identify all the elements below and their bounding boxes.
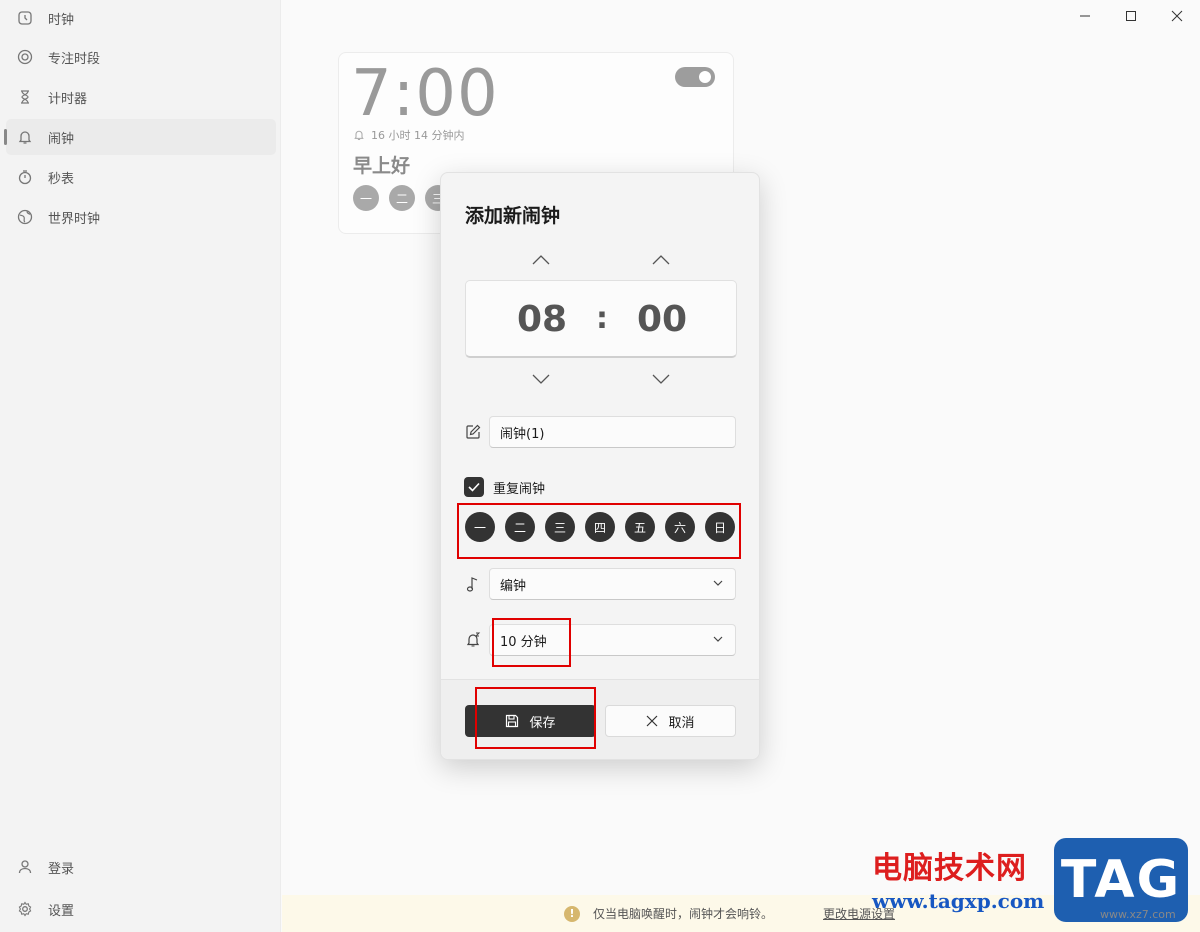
checkmark-icon	[468, 482, 480, 492]
sidebar-item-label: 世界时钟	[48, 211, 101, 227]
repeat-label: 重复闹钟	[493, 482, 546, 497]
maximize-button[interactable]	[1108, 0, 1154, 32]
highlight-snooze	[492, 618, 571, 667]
alarm-toggle[interactable]	[675, 67, 715, 87]
watermark-site-name: 电脑技术网	[872, 851, 1027, 886]
sidebar-item-stopwatch[interactable]: 秒表	[6, 159, 276, 195]
hourglass-icon	[16, 88, 34, 106]
alarm-time: 7:00	[351, 57, 499, 131]
alarm-name: 早上好	[353, 155, 411, 177]
chevron-up-icon	[532, 255, 550, 265]
minute-value[interactable]: 00	[632, 299, 692, 340]
sidebar-item-timer[interactable]: 计时器	[6, 79, 276, 115]
sidebar-item-settings[interactable]: 设置	[6, 891, 276, 927]
divider	[441, 679, 759, 680]
sidebar-item-world-clock[interactable]: 世界时钟	[6, 199, 276, 235]
highlight-days	[457, 503, 741, 559]
focus-icon	[16, 48, 34, 66]
sidebar-item-label: 秒表	[48, 171, 75, 187]
bell-icon	[16, 128, 34, 146]
sidebar-item-focus[interactable]: 专注时段	[6, 39, 276, 75]
edit-icon	[463, 422, 483, 442]
sidebar: 时钟 专注时段 计时器 闹钟 秒表 世界时钟 登录 设置	[0, 0, 281, 932]
sidebar-item-label: 设置	[48, 903, 75, 919]
chevron-down-icon	[713, 580, 723, 586]
close-button[interactable]	[1154, 0, 1200, 32]
minute-up-button[interactable]	[646, 250, 676, 270]
chevron-up-icon	[652, 255, 670, 265]
watermark-small: www.xz7.com	[1100, 908, 1176, 921]
maximize-icon	[1126, 11, 1136, 21]
alarm-days: 一 二 三	[353, 185, 451, 211]
person-icon	[16, 858, 34, 876]
sidebar-item-label: 专注时段	[48, 51, 101, 67]
chevron-down-icon	[532, 374, 550, 384]
chevron-down-icon	[713, 636, 723, 642]
clock-icon	[16, 9, 34, 27]
bell-icon	[354, 130, 364, 141]
minimize-button[interactable]	[1062, 0, 1108, 32]
snooze-icon	[463, 630, 483, 650]
sound-select[interactable]: 编钟	[489, 568, 736, 600]
alarm-remaining: 16 小时 14 分钟内	[353, 127, 464, 143]
repeat-checkbox[interactable]	[464, 477, 484, 497]
gear-icon	[16, 900, 34, 918]
hour-up-button[interactable]	[526, 250, 556, 270]
globe-icon	[16, 208, 34, 226]
alarm-name-input[interactable]: 闹钟(1)	[489, 416, 736, 448]
add-alarm-dialog: 添加新闹钟 08 : 00 闹钟(1) 重复闹钟 一 二 三 四 五 六 日 编…	[440, 172, 760, 760]
sidebar-item-sign-in[interactable]: 登录	[6, 849, 276, 885]
close-icon	[1171, 10, 1183, 22]
time-picker: 08 : 00	[465, 280, 737, 358]
cancel-label: 取消	[668, 715, 695, 731]
highlight-save	[475, 687, 596, 749]
close-icon	[647, 715, 658, 727]
sidebar-item-label: 闹钟	[48, 131, 75, 147]
hour-value[interactable]: 08	[512, 299, 572, 340]
alarm-day: 一	[353, 185, 379, 211]
hour-down-button[interactable]	[526, 369, 556, 389]
minimize-icon	[1080, 15, 1090, 17]
banner-text: 仅当电脑唤醒时，闹钟才会响铃。	[593, 907, 774, 921]
sidebar-item-alarm[interactable]: 闹钟	[4, 119, 276, 155]
music-note-icon	[463, 574, 483, 594]
chevron-down-icon	[652, 374, 670, 384]
dialog-title: 添加新闹钟	[465, 205, 561, 227]
sidebar-item-label: 计时器	[48, 91, 88, 107]
cancel-button[interactable]: 取消	[605, 705, 736, 737]
sidebar-item-label: 时钟	[48, 12, 75, 28]
stopwatch-icon	[16, 168, 34, 186]
time-separator: :	[596, 301, 608, 336]
alarm-day: 二	[389, 185, 415, 211]
sound-value: 编钟	[500, 578, 527, 594]
sidebar-item-label: 登录	[48, 861, 75, 877]
minute-down-button[interactable]	[646, 369, 676, 389]
watermark-url: www.tagxp.com	[872, 889, 1045, 913]
warning-icon: !	[564, 905, 580, 922]
sidebar-item-clock[interactable]: 时钟	[6, 0, 276, 36]
alarm-remaining-text: 16 小时 14 分钟内	[371, 129, 465, 142]
